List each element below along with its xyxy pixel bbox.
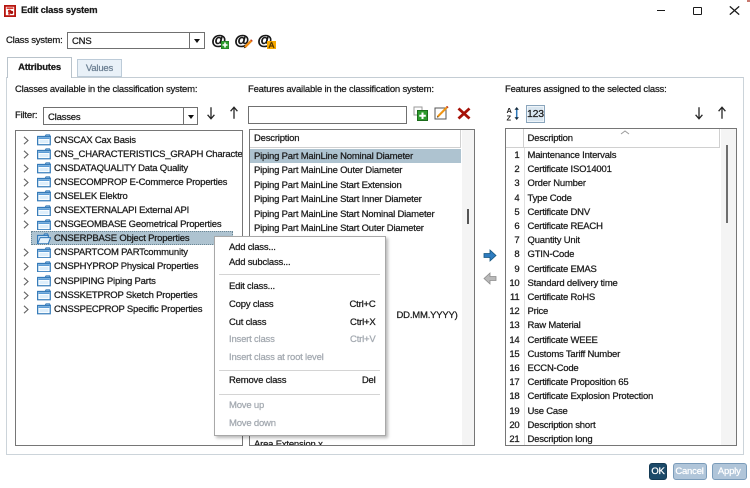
svg-text:Z: Z bbox=[507, 114, 512, 122]
